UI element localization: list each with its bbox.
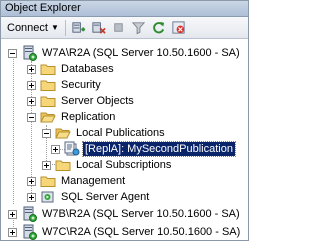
connect-server-button[interactable] (69, 19, 89, 37)
tree-label: [ReplA]: MySecondPublication (82, 141, 236, 157)
object-explorer-window: Object Explorer Connect ▼ W7A\R2A (SQL S… (0, 0, 249, 241)
cancel-icon (172, 21, 185, 34)
expand-toggle[interactable] (8, 227, 17, 237)
folder-open-icon (55, 125, 71, 141)
collapse-toggle[interactable] (27, 112, 36, 122)
expand-toggle[interactable] (27, 96, 36, 106)
tree-node-local-publications[interactable]: Local Publications (42, 125, 167, 141)
toolbar: Connect ▼ (1, 17, 248, 39)
server-connected-icon (21, 224, 37, 240)
tree-label: Local Publications (76, 127, 165, 139)
collapse-toggle[interactable] (42, 128, 51, 138)
tree-node-server-w7b[interactable]: W7B\R2A (SQL Server 10.50.1600 - SA) (8, 206, 242, 222)
expand-toggle[interactable] (8, 209, 17, 219)
connect-button[interactable]: Connect ▼ (4, 19, 62, 37)
tree-label: W7C\R2A (SQL Server 10.50.1600 - SA) (42, 226, 241, 238)
connect-label: Connect (7, 21, 48, 34)
filter-button[interactable] (129, 19, 149, 37)
folder-icon (55, 157, 71, 173)
tree-node-server-objects[interactable]: Server Objects (27, 93, 136, 109)
expand-toggle[interactable] (27, 176, 36, 186)
filter-icon (132, 22, 146, 35)
tree-node-management[interactable]: Management (27, 173, 127, 189)
refresh-icon (153, 21, 165, 34)
folder-icon (40, 61, 56, 77)
disconnect-icon (92, 22, 107, 34)
chevron-down-icon: ▼ (50, 23, 59, 32)
tree-node-server-w7c[interactable]: W7C\R2A (SQL Server 10.50.1600 - SA) (8, 224, 242, 240)
folder-open-icon (40, 109, 56, 125)
expand-toggle[interactable] (42, 160, 51, 170)
connect-server-icon (72, 22, 86, 33)
tree-label: Replication (61, 111, 116, 123)
cancel-button[interactable] (169, 19, 189, 37)
server-connected-icon (21, 206, 37, 222)
tree-node-server-w7a[interactable]: W7A\R2A (SQL Server 10.50.1600 - SA) (8, 45, 242, 61)
tree-label: W7A\R2A (SQL Server 10.50.1600 - SA) (42, 47, 240, 59)
folder-icon (40, 173, 56, 189)
tree-node-publication[interactable]: [ReplA]: MySecondPublication (51, 141, 236, 157)
stop-button[interactable] (109, 19, 129, 37)
tree-connector (13, 52, 14, 204)
tree-label: W7B\R2A (SQL Server 10.50.1600 - SA) (42, 208, 240, 220)
expand-toggle[interactable] (27, 80, 36, 90)
tree-label: Local Subscriptions (76, 159, 172, 171)
expand-toggle[interactable] (51, 144, 60, 154)
tree-label: Management (61, 175, 126, 187)
expand-toggle[interactable] (27, 64, 36, 74)
tree-label: Server Objects (61, 95, 134, 107)
folder-icon (40, 93, 56, 109)
disconnect-button[interactable] (89, 19, 109, 37)
tree-node-security[interactable]: Security (27, 77, 103, 93)
object-tree: W7A\R2A (SQL Server 10.50.1600 - SA) Dat… (1, 41, 248, 240)
refresh-button[interactable] (149, 19, 169, 37)
tree-label: Databases (61, 63, 114, 75)
publication-icon (64, 141, 80, 157)
window-title: Object Explorer (1, 1, 248, 17)
expand-toggle[interactable] (27, 192, 36, 202)
folder-icon (40, 77, 56, 93)
server-connected-icon (21, 45, 37, 61)
tree-label: SQL Server Agent (61, 191, 150, 203)
stop-icon (114, 23, 124, 32)
tree-label: Security (61, 79, 101, 91)
tree-node-databases[interactable]: Databases (27, 61, 116, 77)
tree-node-replication[interactable]: Replication (27, 109, 117, 125)
tree-node-local-subscriptions[interactable]: Local Subscriptions (42, 157, 173, 173)
tree-node-sql-server-agent[interactable]: SQL Server Agent (27, 189, 151, 205)
toolbar-separator (64, 19, 66, 36)
agent-icon (40, 189, 56, 205)
collapse-toggle[interactable] (8, 48, 17, 58)
